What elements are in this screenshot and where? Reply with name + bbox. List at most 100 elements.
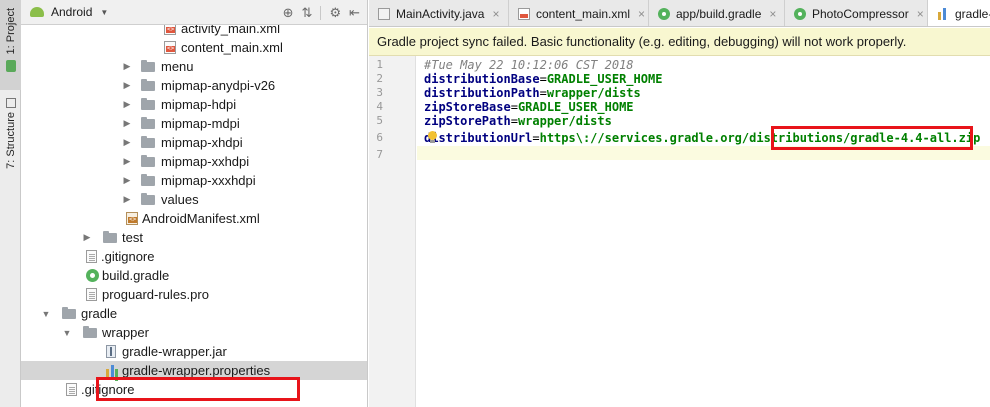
structure-tool-tab-label: 7: Structure xyxy=(4,112,17,169)
property-key: zipStorePath xyxy=(424,114,511,128)
expand-arrow-icon[interactable]: ▼ xyxy=(41,304,51,323)
tree-row-mipmap-xxhdpi[interactable]: ▶ mipmap-xxhdpi xyxy=(21,152,367,171)
tab-label: PhotoCompressor xyxy=(812,6,909,21)
expand-arrow-icon[interactable]: ▶ xyxy=(122,190,132,209)
tree-row-test[interactable]: ▶ test xyxy=(21,228,367,247)
tree-row-gitignore-app[interactable]: .gitignore xyxy=(21,247,367,266)
tree-row-gradle[interactable]: ▼ gradle xyxy=(21,304,367,323)
highlight-box-code xyxy=(771,126,973,150)
text-file-icon xyxy=(86,288,97,301)
chevron-down-icon[interactable]: ▼ xyxy=(100,8,108,17)
code-line-1: #Tue May 22 10:12:06 CST 2018 xyxy=(424,58,634,72)
tree-row-mipmap-mdpi[interactable]: ▶ mipmap-mdpi xyxy=(21,114,367,133)
property-key: distributionBase xyxy=(424,72,540,86)
property-equals: = xyxy=(510,114,518,128)
editor-tab-bar: MainActivity.java × content_main.xml × a… xyxy=(369,0,990,27)
code-line-2: distributionBase=GRADLE_USER_HOME xyxy=(424,72,662,86)
folder-icon xyxy=(141,136,155,149)
expand-arrow-icon[interactable]: ▶ xyxy=(122,57,132,76)
sync-failed-banner: Gradle project sync failed. Basic functi… xyxy=(369,28,990,56)
folder-icon xyxy=(141,60,155,73)
tree-row-mipmap-xxxhdpi[interactable]: ▶ mipmap-xxxhdpi xyxy=(21,171,367,190)
tree-row-mipmap-anydpi[interactable]: ▶ mipmap-anydpi-v26 xyxy=(21,76,367,95)
project-tool-tab-label: 1: Project xyxy=(4,8,17,55)
property-value: wrapper/dists xyxy=(517,114,612,128)
java-file-icon xyxy=(378,7,390,20)
hide-panel-icon[interactable]: ⇤ xyxy=(349,5,360,21)
folder-icon xyxy=(103,231,117,244)
tab-main-activity[interactable]: MainActivity.java × xyxy=(369,0,509,26)
tab-label: gradle- xyxy=(955,6,990,21)
close-icon[interactable]: × xyxy=(638,7,645,21)
expand-arrow-icon[interactable]: ▼ xyxy=(62,323,72,342)
editor-area: MainActivity.java × content_main.xml × a… xyxy=(369,0,990,407)
line-number: 1 xyxy=(376,58,383,71)
tree-row-label: build.gradle xyxy=(102,268,170,283)
expand-arrow-icon[interactable]: ▶ xyxy=(122,76,132,95)
project-panel: ▼ layout activity_main.xml content_main.… xyxy=(21,0,368,407)
tab-app-build-gradle[interactable]: app/build.gradle × xyxy=(649,0,785,26)
expand-arrow-icon[interactable]: ▶ xyxy=(122,95,132,114)
property-equals: = xyxy=(532,131,540,145)
gradle-file-icon xyxy=(794,7,806,20)
structure-tool-tab[interactable]: 7: Structure xyxy=(0,92,21,182)
property-key: zipStoreBase xyxy=(424,100,511,114)
tree-row-label: gradle-wrapper.properties xyxy=(122,363,271,378)
folder-icon xyxy=(83,326,97,339)
folder-icon xyxy=(141,193,155,206)
locate-file-icon[interactable]: ⊕ xyxy=(283,5,294,21)
xml-file-icon xyxy=(518,7,530,20)
tree-row-label: content_main.xml xyxy=(181,40,283,55)
android-project-icon xyxy=(5,60,16,73)
tree-row-label: gradle xyxy=(81,306,118,321)
highlight-box-tree xyxy=(96,377,300,401)
code-line-5: zipStorePath=wrapper/dists xyxy=(424,114,612,128)
tree-row-mipmap-hdpi[interactable]: ▶ mipmap-hdpi xyxy=(21,95,367,114)
tab-label: MainActivity.java xyxy=(396,6,485,21)
expand-arrow-icon[interactable]: ▶ xyxy=(82,228,92,247)
tree-row-label: .gitignore xyxy=(101,249,155,264)
tab-gradle-wrapper-properties[interactable]: gradle- xyxy=(928,0,990,26)
close-icon[interactable]: × xyxy=(917,7,924,21)
panel-header-actions: ⊕ ⇅ ⚙ ⇤ xyxy=(283,0,360,25)
tree-row-label: mipmap-xxhdpi xyxy=(161,154,250,169)
line-number: 4 xyxy=(376,100,383,113)
line-number-gutter: 1 2 3 4 5 6 7 xyxy=(369,56,416,407)
properties-file-icon xyxy=(937,7,949,20)
expand-arrow-icon[interactable]: ▶ xyxy=(122,114,132,133)
tree-row-values[interactable]: ▶ values xyxy=(21,190,367,209)
tree-row-android-manifest[interactable]: AndroidManifest.xml xyxy=(21,209,367,228)
tree-row-label: mipmap-anydpi-v26 xyxy=(161,78,276,93)
close-icon[interactable]: × xyxy=(492,7,499,21)
xml-file-icon xyxy=(164,41,176,54)
expand-arrow-icon[interactable]: ▶ xyxy=(122,171,132,190)
tab-content-main[interactable]: content_main.xml × xyxy=(509,0,649,26)
folder-icon xyxy=(141,155,155,168)
tree-row-mipmap-xhdpi[interactable]: ▶ mipmap-xhdpi xyxy=(21,133,367,152)
gradle-file-icon xyxy=(86,269,99,282)
project-panel-header: Android ▼ ⊕ ⇅ ⚙ ⇤ xyxy=(21,0,367,25)
project-tool-tab[interactable]: 1: Project xyxy=(0,0,21,90)
tree-row-build-gradle[interactable]: build.gradle xyxy=(21,266,367,285)
collapse-all-icon[interactable]: ⇅ xyxy=(302,5,313,21)
line-number: 7 xyxy=(376,148,383,161)
expand-arrow-icon[interactable]: ▶ xyxy=(122,133,132,152)
tree-row-label: menu xyxy=(161,59,194,74)
project-view-selector[interactable]: Android xyxy=(51,5,92,19)
expand-arrow-icon[interactable]: ▶ xyxy=(122,152,132,171)
gear-icon[interactable]: ⚙ xyxy=(329,5,341,21)
toolbar-divider xyxy=(320,5,322,20)
property-value: GRADLE_USER_HOME xyxy=(546,72,663,86)
tree-row-proguard[interactable]: proguard-rules.pro xyxy=(21,285,367,304)
property-value: GRADLE_USER_HOME xyxy=(517,100,634,114)
tab-photo-compressor[interactable]: PhotoCompressor × xyxy=(785,0,928,26)
tree-row-content-main[interactable]: content_main.xml xyxy=(21,38,367,57)
tree-row-label: mipmap-xxxhdpi xyxy=(161,173,256,188)
intention-bulb-icon[interactable] xyxy=(427,131,438,144)
folder-icon xyxy=(141,117,155,130)
tree-row-menu[interactable]: ▶ menu xyxy=(21,57,367,76)
tree-row-wrapper[interactable]: ▼ wrapper xyxy=(21,323,367,342)
tree-row-wrapper-jar[interactable]: gradle-wrapper.jar xyxy=(21,342,367,361)
line-number: 2 xyxy=(376,72,383,85)
close-icon[interactable]: × xyxy=(769,7,776,21)
